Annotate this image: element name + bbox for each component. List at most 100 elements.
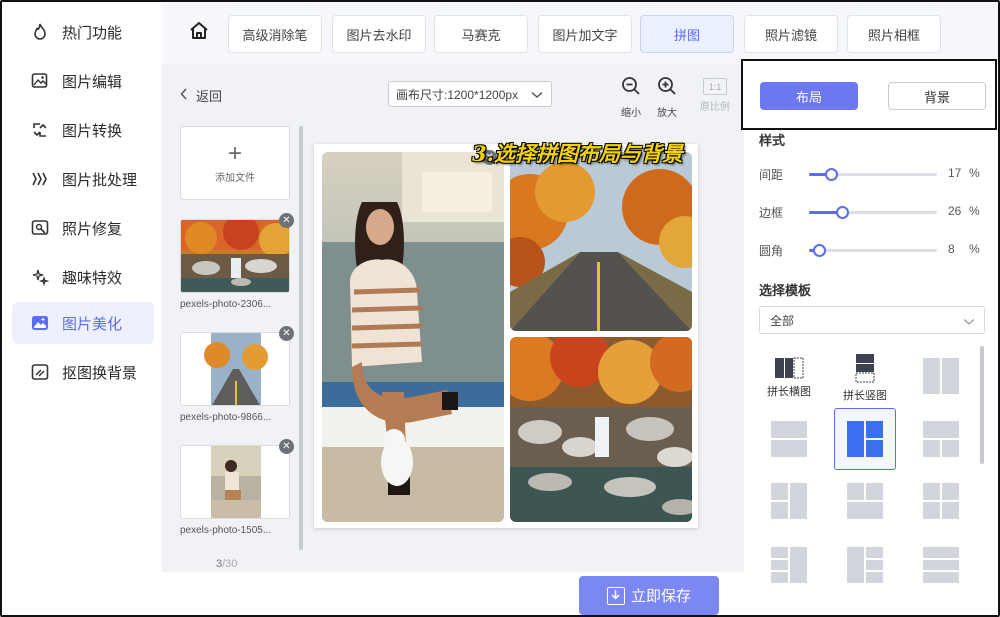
file-list-scrollbar[interactable] — [299, 126, 303, 550]
step-hint: 3.选择拼图布局与背景 — [472, 141, 683, 166]
tab-mosaic[interactable]: 马赛克 — [434, 15, 528, 53]
sidebar-item-label: 图片美化 — [62, 315, 123, 333]
file-thumbnail[interactable] — [180, 445, 290, 519]
template-long-vertical[interactable]: 拼长竖图 — [834, 347, 896, 409]
file-name: pexels-photo-9866... — [180, 412, 272, 423]
sidebar-item-effects[interactable]: 趣味特效 — [12, 256, 154, 298]
background-mode-button[interactable]: 背景 — [888, 82, 986, 110]
template-right-three[interactable] — [834, 534, 896, 596]
style-section-title: 样式 — [759, 133, 786, 148]
collage-cell-waterfall[interactable] — [510, 337, 692, 522]
save-button[interactable]: 立即保存 — [579, 576, 719, 615]
chevron-down-icon — [963, 315, 975, 329]
template-two-rows[interactable] — [758, 408, 820, 470]
slider-unit: % — [969, 242, 980, 256]
sidebar-item-convert[interactable]: 图片转换 — [12, 109, 154, 151]
sidebar-item-label: 图片批处理 — [62, 171, 138, 189]
slider-value: 8 — [948, 242, 955, 256]
back-button[interactable]: 返回 — [180, 86, 222, 105]
layout-horizontal-icon — [775, 357, 804, 379]
zoom-out-label: 缩小 — [621, 108, 641, 119]
ratio-box: 1:1 — [703, 78, 727, 95]
sidebar-item-batch[interactable]: 图片批处理 — [12, 158, 154, 200]
slider-knob[interactable] — [825, 168, 838, 181]
sidebar: 热门功能 图片编辑 图片转换 图片批处理 照片修复 趣味特效 图片美化 抠图换背… — [2, 2, 162, 615]
tab-eraser[interactable]: 高级消除笔 — [228, 15, 322, 53]
add-file-button[interactable]: + 添加文件 — [180, 126, 290, 200]
chevron-down-icon — [531, 88, 543, 102]
save-bar: 立即保存 — [162, 572, 744, 615]
sidebar-item-image-edit[interactable]: 图片编辑 — [12, 60, 154, 102]
add-file-label: 添加文件 — [215, 172, 255, 184]
sidebar-item-cutout[interactable]: 抠图换背景 — [12, 351, 154, 393]
template-left-three[interactable] — [758, 534, 820, 596]
zoom-out-button[interactable]: 缩小 — [616, 76, 646, 119]
template-scrollbar[interactable] — [980, 346, 984, 464]
layout-three-rows-icon — [923, 547, 959, 583]
sidebar-item-label: 抠图换背景 — [62, 364, 138, 382]
template-three-rows[interactable] — [910, 534, 972, 596]
collage-cell-portrait[interactable] — [322, 152, 504, 522]
portrait-thumbnail-image — [181, 446, 289, 518]
slider-unit: % — [969, 166, 980, 180]
sidebar-item-hot[interactable]: 热门功能 — [12, 11, 154, 53]
template-filter-select[interactable]: 全部 — [759, 306, 985, 334]
file-count-total: /30 — [222, 558, 238, 570]
slider-value: 17 — [948, 166, 962, 180]
settings-panel: 样式 间距 17 % 边框 26 % 圆角 8 % 选择模板 全部 拼长横图 拼… — [744, 64, 998, 615]
layout-two-columns-icon — [923, 358, 959, 394]
photo-repair-icon — [30, 218, 50, 238]
template-top-one-bottom-two[interactable] — [910, 408, 972, 470]
slider-track[interactable] — [809, 168, 937, 181]
tab-add-text[interactable]: 图片加文字 — [538, 15, 632, 53]
canvas-size-select[interactable]: 画布尺寸:1200*1200px — [388, 81, 552, 107]
remove-file-button[interactable]: ✕ — [279, 439, 294, 454]
collage-cell-road[interactable] — [510, 152, 692, 331]
template-one-left-two-right[interactable] — [834, 408, 896, 470]
app-window: 热门功能 图片编辑 图片转换 图片批处理 照片修复 趣味特效 图片美化 抠图换背… — [0, 0, 1000, 617]
corner-radius-slider[interactable]: 圆角 8 % — [759, 240, 984, 260]
cutout-icon — [30, 362, 50, 382]
road-thumbnail-image — [181, 333, 289, 405]
slider-track[interactable] — [809, 206, 937, 219]
flame-icon — [30, 22, 50, 42]
chevron-left-icon — [180, 88, 188, 103]
tab-watermark[interactable]: 图片去水印 — [332, 15, 426, 53]
home-button[interactable] — [186, 18, 212, 48]
template-grid-four[interactable] — [910, 470, 972, 532]
slider-knob[interactable] — [813, 244, 826, 257]
layout-left-three-icon — [771, 547, 807, 583]
remove-file-button[interactable]: ✕ — [279, 326, 294, 341]
sidebar-item-beautify[interactable]: 图片美化 — [12, 302, 154, 344]
tab-collage[interactable]: 拼图 — [640, 15, 734, 53]
original-ratio-label: 原比例 — [700, 102, 730, 113]
zoom-in-label: 放大 — [657, 108, 677, 119]
slider-knob[interactable] — [836, 206, 849, 219]
template-left-two-right-one[interactable] — [758, 470, 820, 532]
file-name: pexels-photo-1505... — [180, 525, 272, 536]
download-icon — [606, 586, 625, 605]
image-edit-icon — [30, 71, 50, 91]
remove-file-button[interactable]: ✕ — [279, 213, 294, 228]
slider-unit: % — [969, 204, 980, 218]
sidebar-item-label: 趣味特效 — [62, 269, 123, 287]
collage-canvas[interactable]: ✕ — [314, 144, 698, 528]
slider-track[interactable] — [809, 244, 937, 257]
file-thumbnail[interactable] — [180, 219, 290, 293]
road-photo — [510, 152, 692, 331]
tab-frame[interactable]: 照片相框 — [847, 15, 941, 53]
spacing-slider[interactable]: 间距 17 % — [759, 164, 984, 184]
original-ratio-button[interactable]: 1:1 原比例 — [700, 76, 730, 113]
template-long-horizontal[interactable]: 拼长横图 — [758, 347, 820, 409]
zoom-in-button[interactable]: 放大 — [652, 76, 682, 119]
border-slider[interactable]: 边框 26 % — [759, 202, 984, 222]
template-top-two-bottom-one[interactable] — [834, 470, 896, 532]
slider-value: 26 — [948, 204, 962, 218]
layout-left-two-right-one-icon — [771, 483, 807, 519]
layout-mode-button[interactable]: 布局 — [760, 82, 858, 110]
template-two-columns[interactable] — [910, 345, 972, 407]
tab-filter[interactable]: 照片滤镜 — [744, 15, 838, 53]
file-thumbnail[interactable] — [180, 332, 290, 406]
sidebar-item-photo-repair[interactable]: 照片修复 — [12, 207, 154, 249]
convert-icon — [30, 120, 50, 140]
